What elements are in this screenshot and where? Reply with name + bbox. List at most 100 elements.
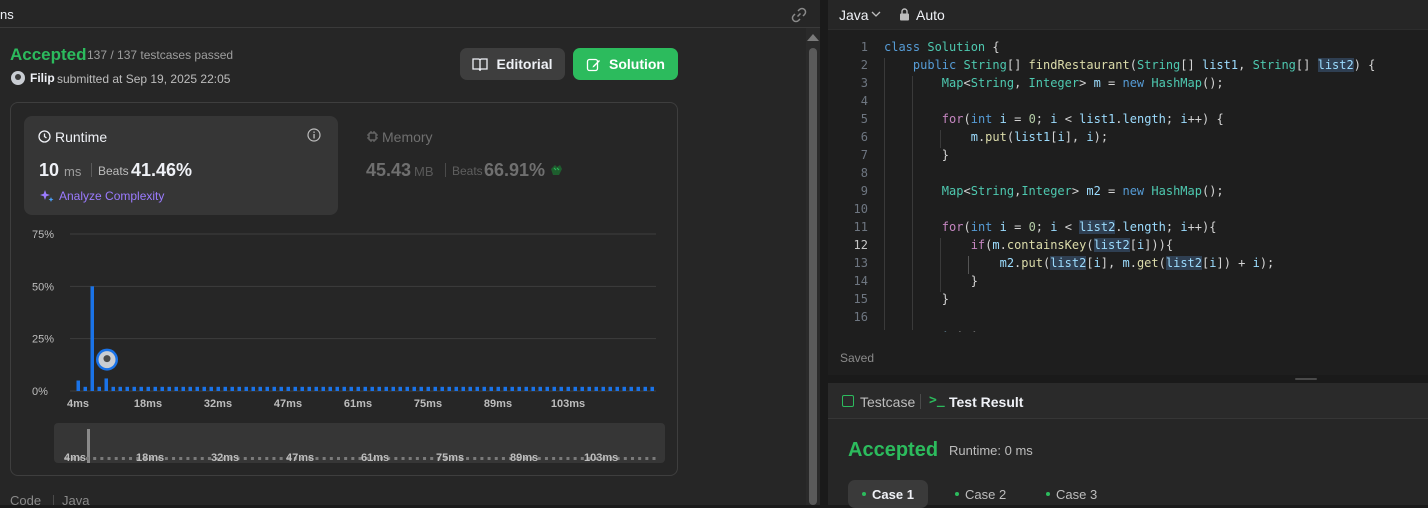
range-mini-bar <box>559 457 563 460</box>
code-line: } <box>884 292 950 306</box>
memory-beats-label: Beats <box>452 164 483 178</box>
panel-tab-label[interactable]: ns <box>0 7 14 22</box>
chart-bar <box>496 386 500 391</box>
case-3-tab[interactable]: Case 3 <box>1032 480 1111 508</box>
username[interactable]: Filip <box>30 71 55 85</box>
range-mini-bar <box>179 457 183 460</box>
x-tick-label: 61ms <box>344 398 372 410</box>
range-mini-bar <box>351 457 355 460</box>
chart-bar <box>258 386 262 391</box>
y-tick-label: 25% <box>32 334 54 346</box>
chart-bar <box>447 386 451 391</box>
chart-bar <box>111 386 115 391</box>
range-mini-bar <box>265 457 269 460</box>
chart-bar <box>328 386 332 391</box>
clap-icon <box>551 165 562 175</box>
chart-bar <box>622 386 626 391</box>
chart-bar <box>174 386 178 391</box>
runtime-value: 10 <box>39 160 60 180</box>
chart-bar <box>643 386 647 391</box>
chart-bar <box>342 386 346 391</box>
y-tick-label: 50% <box>32 281 54 293</box>
tab-test-result[interactable]: Test Result <box>949 394 1023 410</box>
chart-bar <box>146 386 150 391</box>
chart-bar <box>538 386 542 391</box>
chart-bar <box>139 386 143 391</box>
scroll-up-arrow[interactable] <box>807 34 819 41</box>
chart-bar <box>195 386 199 391</box>
line-number: 2 <box>860 58 868 72</box>
tab-testcase[interactable]: Testcase <box>860 394 915 410</box>
code-line: · · · <box>884 326 978 332</box>
range-mini-bar <box>423 457 427 460</box>
panel-resize-handle[interactable] <box>828 375 1428 383</box>
editorial-button[interactable]: Editorial <box>460 48 565 80</box>
range-mini-bar <box>322 457 326 460</box>
chart-bar <box>629 386 633 391</box>
pass-dot-icon <box>955 492 959 496</box>
chart-bar <box>237 386 241 391</box>
solution-button[interactable]: Solution <box>573 48 678 80</box>
chart-bar <box>594 386 598 391</box>
saved-status: Saved <box>840 351 875 365</box>
panel-resize-handle[interactable] <box>820 0 828 505</box>
range-mini-bar <box>243 457 247 460</box>
chart-bar <box>377 386 381 391</box>
runtime-unit: ms <box>64 164 82 179</box>
x-tick-label: 47ms <box>274 398 302 410</box>
chart-bar <box>321 386 325 391</box>
range-mini-bar <box>250 457 254 460</box>
chart-bar <box>608 386 612 391</box>
chart-bar <box>265 386 269 391</box>
chart-bar <box>153 386 157 391</box>
memory-beats-value: 66.91% <box>484 160 546 180</box>
chart-bar <box>202 386 206 391</box>
range-mini-bar <box>193 457 197 460</box>
chart-bar <box>454 386 458 391</box>
chart-bar <box>552 386 556 391</box>
code-editor[interactable]: 1 2 3 4 5 6 7 8 9 10 11 12 13 14 15 16 c… <box>828 30 1428 332</box>
x-tick-label: 18ms <box>134 398 162 410</box>
chart-bar <box>489 386 493 391</box>
link-icon[interactable] <box>790 6 808 24</box>
chevron-down-icon[interactable] <box>871 9 881 19</box>
chart-bar <box>97 386 101 391</box>
case-1-tab[interactable]: Case 1 <box>848 480 928 508</box>
chart-bar <box>90 286 94 391</box>
scrollbar-thumb[interactable] <box>809 48 817 505</box>
code-line: Map<String, Integer> m = new HashMap(); <box>941 76 1224 90</box>
chart-bar <box>160 386 164 391</box>
memory-label[interactable]: Memory <box>382 129 433 145</box>
chart-bar <box>531 386 535 391</box>
chart-bar <box>517 386 521 391</box>
analyze-complexity-link[interactable]: Analyze Complexity <box>59 189 164 203</box>
chart-bar <box>580 386 584 391</box>
chart-bar <box>349 386 353 391</box>
submission-status: Accepted <box>10 45 87 64</box>
pass-dot-icon <box>862 492 866 496</box>
chart-bar <box>335 386 339 391</box>
x-tick-label: 103ms <box>551 398 585 410</box>
range-mini-bar <box>623 457 627 460</box>
case-2-tab[interactable]: Case 2 <box>941 480 1020 508</box>
chart-bar <box>615 386 619 391</box>
chart-bar <box>209 386 213 391</box>
divider <box>920 394 921 409</box>
auto-mode-label[interactable]: Auto <box>916 7 945 23</box>
range-mini-bar <box>573 457 577 460</box>
drag-handle[interactable] <box>1295 378 1317 380</box>
chart-bar <box>636 386 640 391</box>
line-number: 16 <box>853 310 868 324</box>
info-icon[interactable] <box>307 128 321 142</box>
range-tick-label: 75ms <box>436 452 465 464</box>
line-number: 10 <box>853 202 868 216</box>
chart-bar <box>293 386 297 391</box>
language-select[interactable]: Java <box>839 7 869 23</box>
chart-bar <box>412 386 416 391</box>
avatar[interactable] <box>11 71 25 85</box>
range-mini-bar <box>258 457 262 460</box>
chart-bar <box>104 378 108 391</box>
submission-panel: ns Accepted 137 / 137 testcases passed F… <box>0 0 820 505</box>
chart-bar <box>223 386 227 391</box>
code-line: m.put(list1[i], i); <box>970 130 1109 144</box>
